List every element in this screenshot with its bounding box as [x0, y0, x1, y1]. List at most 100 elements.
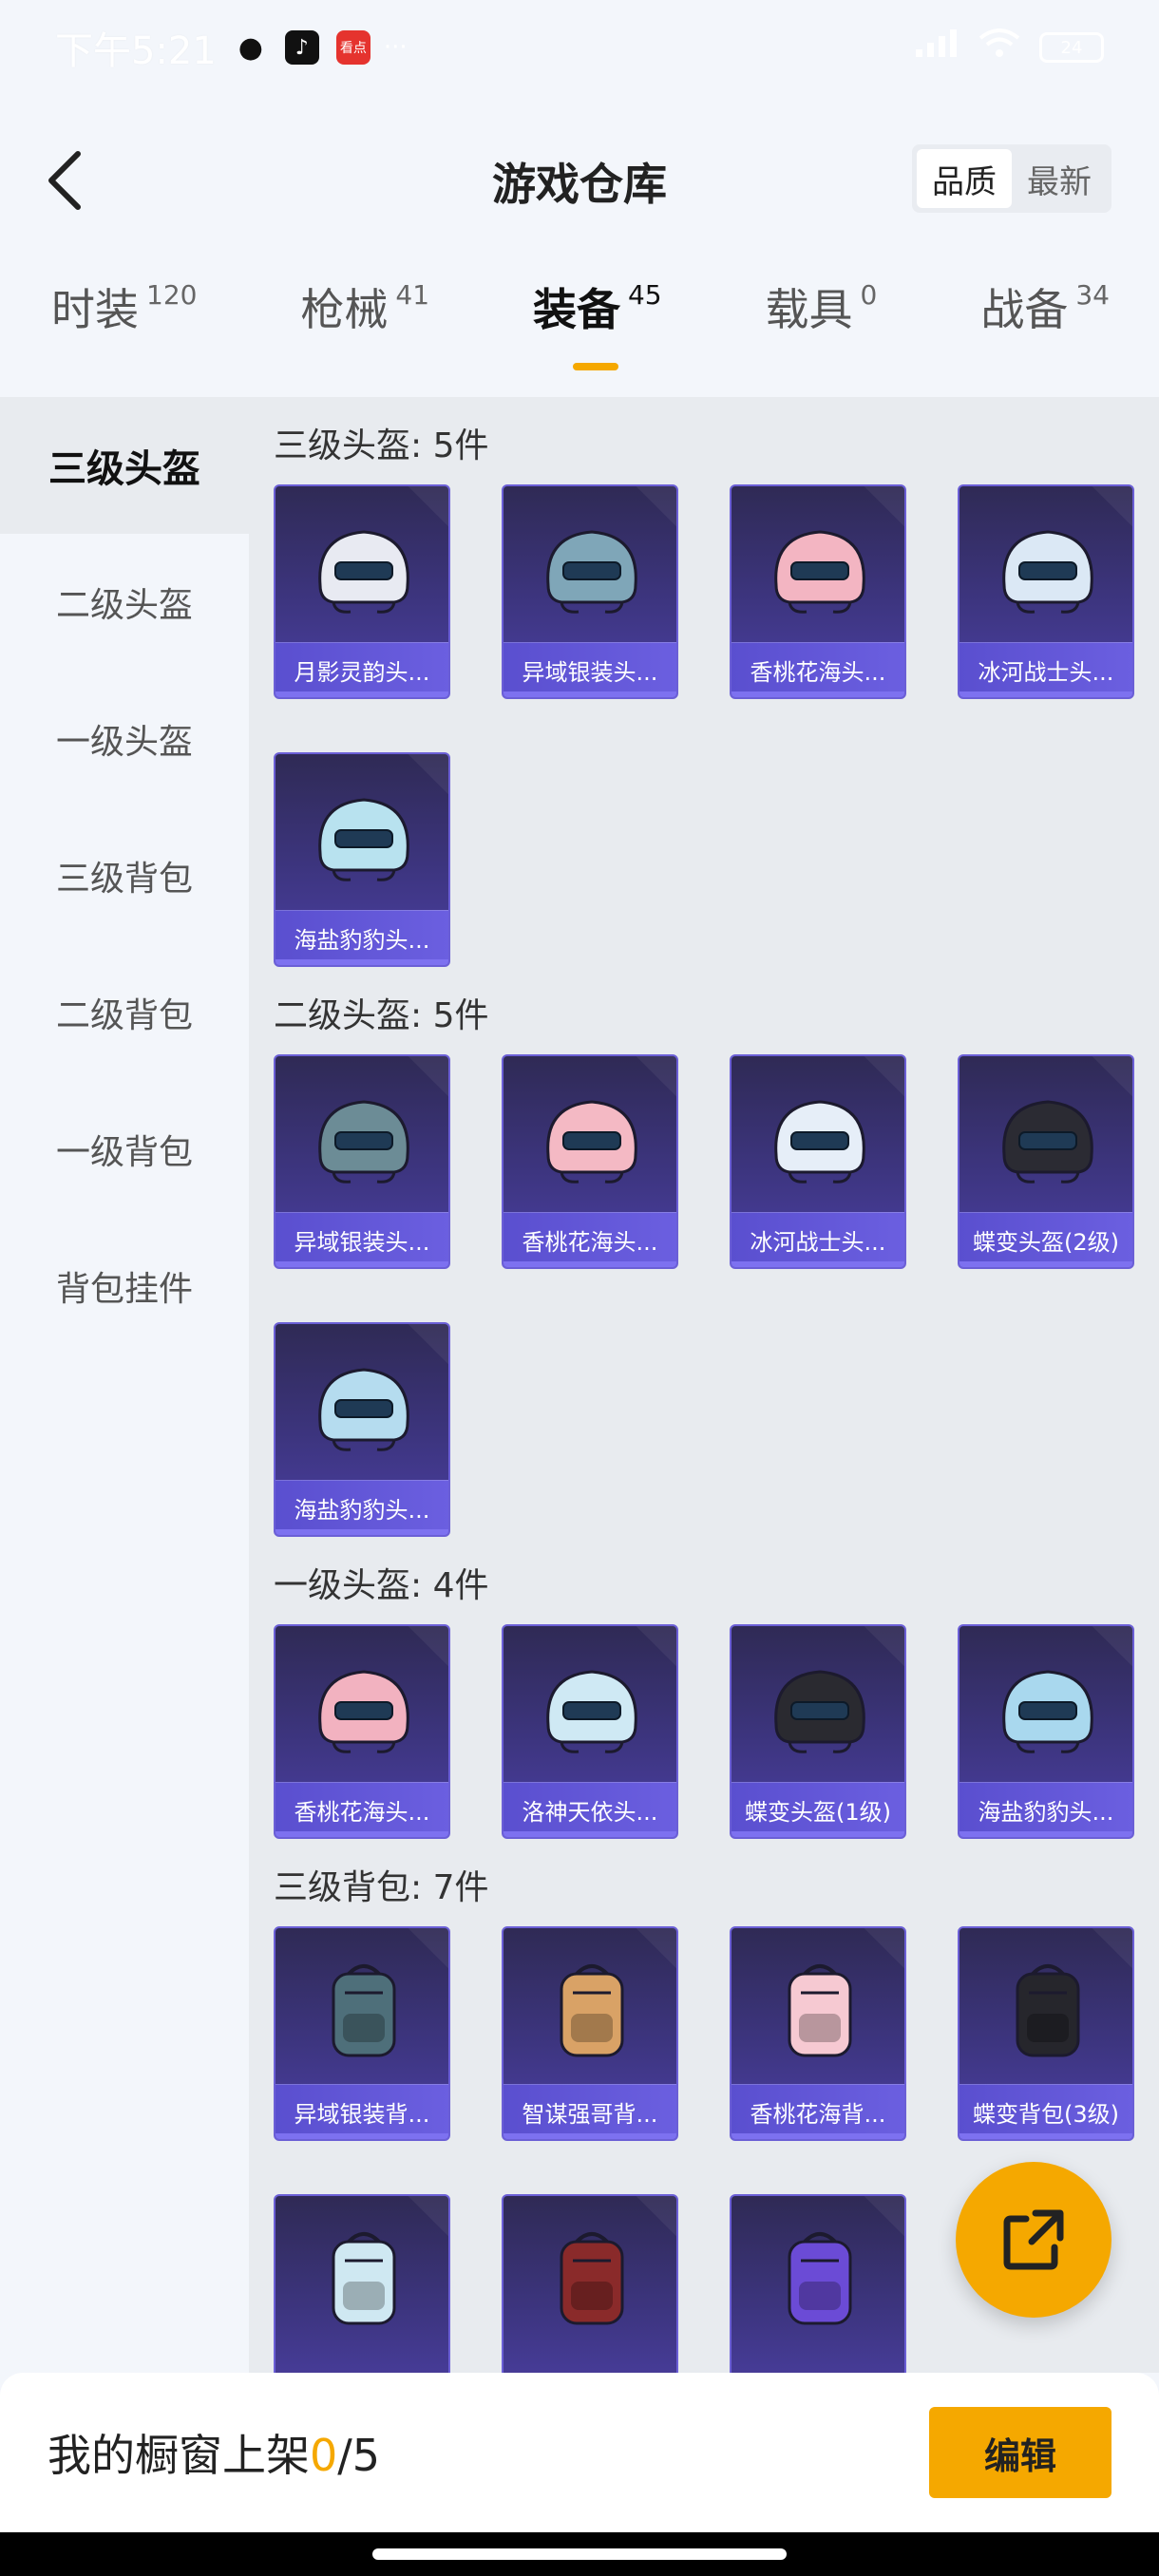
item-name: 蝶变头盔(2级)	[960, 1212, 1132, 1267]
helmet-icon	[991, 519, 1105, 623]
item-card[interactable]: 冰河战士头...	[730, 1054, 906, 1269]
backpack-icon	[991, 1960, 1105, 2065]
showcase-total-count: /5	[337, 2430, 381, 2481]
backpack-icon	[763, 2228, 877, 2333]
back-button[interactable]	[28, 144, 101, 217]
item-card[interactable]: 海盐豹豹头...	[274, 1322, 450, 1537]
item-card[interactable]: 蝶变头盔(2级)	[958, 1054, 1134, 1269]
edit-button[interactable]: 编辑	[929, 2407, 1112, 2498]
item-card[interactable]: 蝶变头盔(1级)	[730, 1624, 906, 1839]
backpack-icon	[535, 2228, 649, 2333]
card-quality-bar	[276, 959, 448, 965]
item-card[interactable]: 月影灵韵头...	[274, 484, 450, 699]
card-quality-bar	[960, 2133, 1132, 2139]
tab-count: 34	[1075, 279, 1110, 311]
sidebar-item-level1-backpack[interactable]: 一级背包	[0, 1081, 249, 1218]
card-quality-bar	[732, 1831, 904, 1837]
sidebar-item-level1-helmet[interactable]: 一级头盔	[0, 671, 249, 807]
item-card[interactable]: 异域银装头...	[274, 1054, 450, 1269]
item-name: 冰河战士头...	[732, 1212, 904, 1267]
item-card[interactable]: 洛神天依头...	[502, 1624, 678, 1839]
active-tab-indicator	[572, 363, 618, 370]
item-card[interactable]: 海盐豹豹头...	[958, 1624, 1134, 1839]
tab-equipment[interactable]: 装备 45	[533, 275, 662, 380]
status-bar: 下午5:21 ● ♪ 看点 ··· 24	[0, 0, 1159, 95]
helmet-icon	[535, 1658, 649, 1763]
showcase-label: 我的橱窗上架	[48, 2430, 310, 2481]
item-card[interactable]: 香桃花海头...	[502, 1054, 678, 1269]
item-card[interactable]: 海盐豹豹头...	[274, 752, 450, 967]
item-card[interactable]: 香桃花海头...	[274, 1624, 450, 1839]
card-quality-bar	[732, 691, 904, 697]
backpack-icon	[535, 1960, 649, 2065]
sidebar-item-backpack-charm[interactable]: 背包挂件	[0, 1218, 249, 1354]
sort-newest-button[interactable]: 最新	[1012, 149, 1107, 208]
chevron-left-icon	[48, 151, 81, 210]
sidebar-item-level3-helmet[interactable]: 三级头盔	[0, 397, 249, 534]
card-quality-bar	[276, 1261, 448, 1267]
card-quality-bar	[960, 1261, 1132, 1267]
tab-vehicles[interactable]: 载具 0	[766, 275, 878, 380]
sidebar-item-level3-backpack[interactable]: 三级背包	[0, 807, 249, 944]
item-name: 洛神天依头...	[504, 1782, 676, 1837]
status-more-dots: ···	[383, 33, 408, 62]
item-name: 海盐豹豹头...	[960, 1782, 1132, 1837]
item-card[interactable]: 异域银装头...	[502, 484, 678, 699]
item-grid: 月影灵韵头... 异域银装头... 香桃花海头... 冰河战士头... 海盐豹豹头...	[274, 484, 1159, 967]
card-quality-bar	[504, 1261, 676, 1267]
item-name: 香桃花海背...	[732, 2084, 904, 2139]
sort-quality-button[interactable]: 品质	[917, 149, 1012, 208]
showcase-current-count: 0	[310, 2430, 338, 2481]
item-card[interactable]: 智谋强哥背...	[502, 1926, 678, 2141]
item-card[interactable]: 香桃花海头...	[730, 484, 906, 699]
item-card[interactable]: 冰河战士头...	[958, 484, 1134, 699]
item-name: 蝶变头盔(1级)	[732, 1782, 904, 1837]
item-name: 蝶变背包(3级)	[960, 2084, 1132, 2139]
item-card[interactable]	[502, 2194, 678, 2373]
share-button[interactable]	[956, 2162, 1112, 2318]
item-card[interactable]	[274, 2194, 450, 2373]
card-quality-bar	[504, 2133, 676, 2139]
item-card[interactable]: 香桃花海背...	[730, 1926, 906, 2141]
tab-supplies[interactable]: 战备 34	[980, 275, 1110, 380]
item-content: 三级头盔: 5件 月影灵韵头... 异域银装头... 香桃花海头... 冰河战士头...…	[249, 397, 1159, 2373]
wifi-icon	[978, 28, 1020, 66]
qq-icon: ●	[238, 30, 263, 65]
status-right: 24	[914, 28, 1104, 66]
card-quality-bar	[732, 1261, 904, 1267]
showcase-status: 我的橱窗上架 0 /5	[48, 2421, 380, 2484]
tab-count: 45	[627, 279, 662, 311]
sidebar-item-level2-backpack[interactable]: 二级背包	[0, 944, 249, 1081]
item-grid: 异域银装头... 香桃花海头... 冰河战士头... 蝶变头盔(2级) 海盐豹豹头...	[274, 1054, 1159, 1537]
item-card[interactable]: 蝶变背包(3级)	[958, 1926, 1134, 2141]
helmet-icon	[763, 1089, 877, 1193]
item-grid: 香桃花海头... 洛神天依头... 蝶变头盔(1级) 海盐豹豹头...	[274, 1624, 1159, 1839]
item-name: 香桃花海头...	[732, 642, 904, 697]
tab-weapons[interactable]: 枪械 41	[300, 275, 429, 380]
card-quality-bar	[276, 691, 448, 697]
bottom-bar: 我的橱窗上架 0 /5 编辑	[0, 2373, 1159, 2532]
item-name: 智谋强哥背...	[504, 2084, 676, 2139]
item-section: 三级头盔: 5件 月影灵韵头... 异域银装头... 香桃花海头... 冰河战士头...…	[249, 397, 1159, 967]
item-card[interactable]	[730, 2194, 906, 2373]
tab-fashion[interactable]: 时装 120	[51, 275, 197, 380]
card-quality-bar	[276, 1529, 448, 1535]
item-section: 二级头盔: 5件异域银装头... 香桃花海头... 冰河战士头... 蝶变头盔(2级)…	[249, 967, 1159, 1537]
item-name: 香桃花海头...	[504, 1212, 676, 1267]
sidebar-item-level2-helmet[interactable]: 二级头盔	[0, 534, 249, 671]
status-time: 下午5:21	[55, 29, 217, 73]
card-quality-bar	[960, 1831, 1132, 1837]
header: 游戏仓库 品质 最新	[0, 123, 1159, 237]
category-tabs: 时装 120 枪械 41 装备 45 载具 0 战备 34	[0, 275, 1159, 380]
card-quality-bar	[504, 691, 676, 697]
item-card[interactable]: 异域银装背...	[274, 1926, 450, 2141]
helmet-icon	[991, 1658, 1105, 1763]
tab-label: 时装	[51, 284, 139, 335]
item-name: 异域银装头...	[276, 1212, 448, 1267]
section-title: 二级头盔: 5件	[274, 996, 489, 1035]
kandian-icon: 看点	[335, 30, 370, 65]
home-indicator[interactable]	[372, 2548, 787, 2560]
helmet-icon	[307, 519, 421, 623]
item-name: 香桃花海头...	[276, 1782, 448, 1837]
card-quality-bar	[276, 2133, 448, 2139]
